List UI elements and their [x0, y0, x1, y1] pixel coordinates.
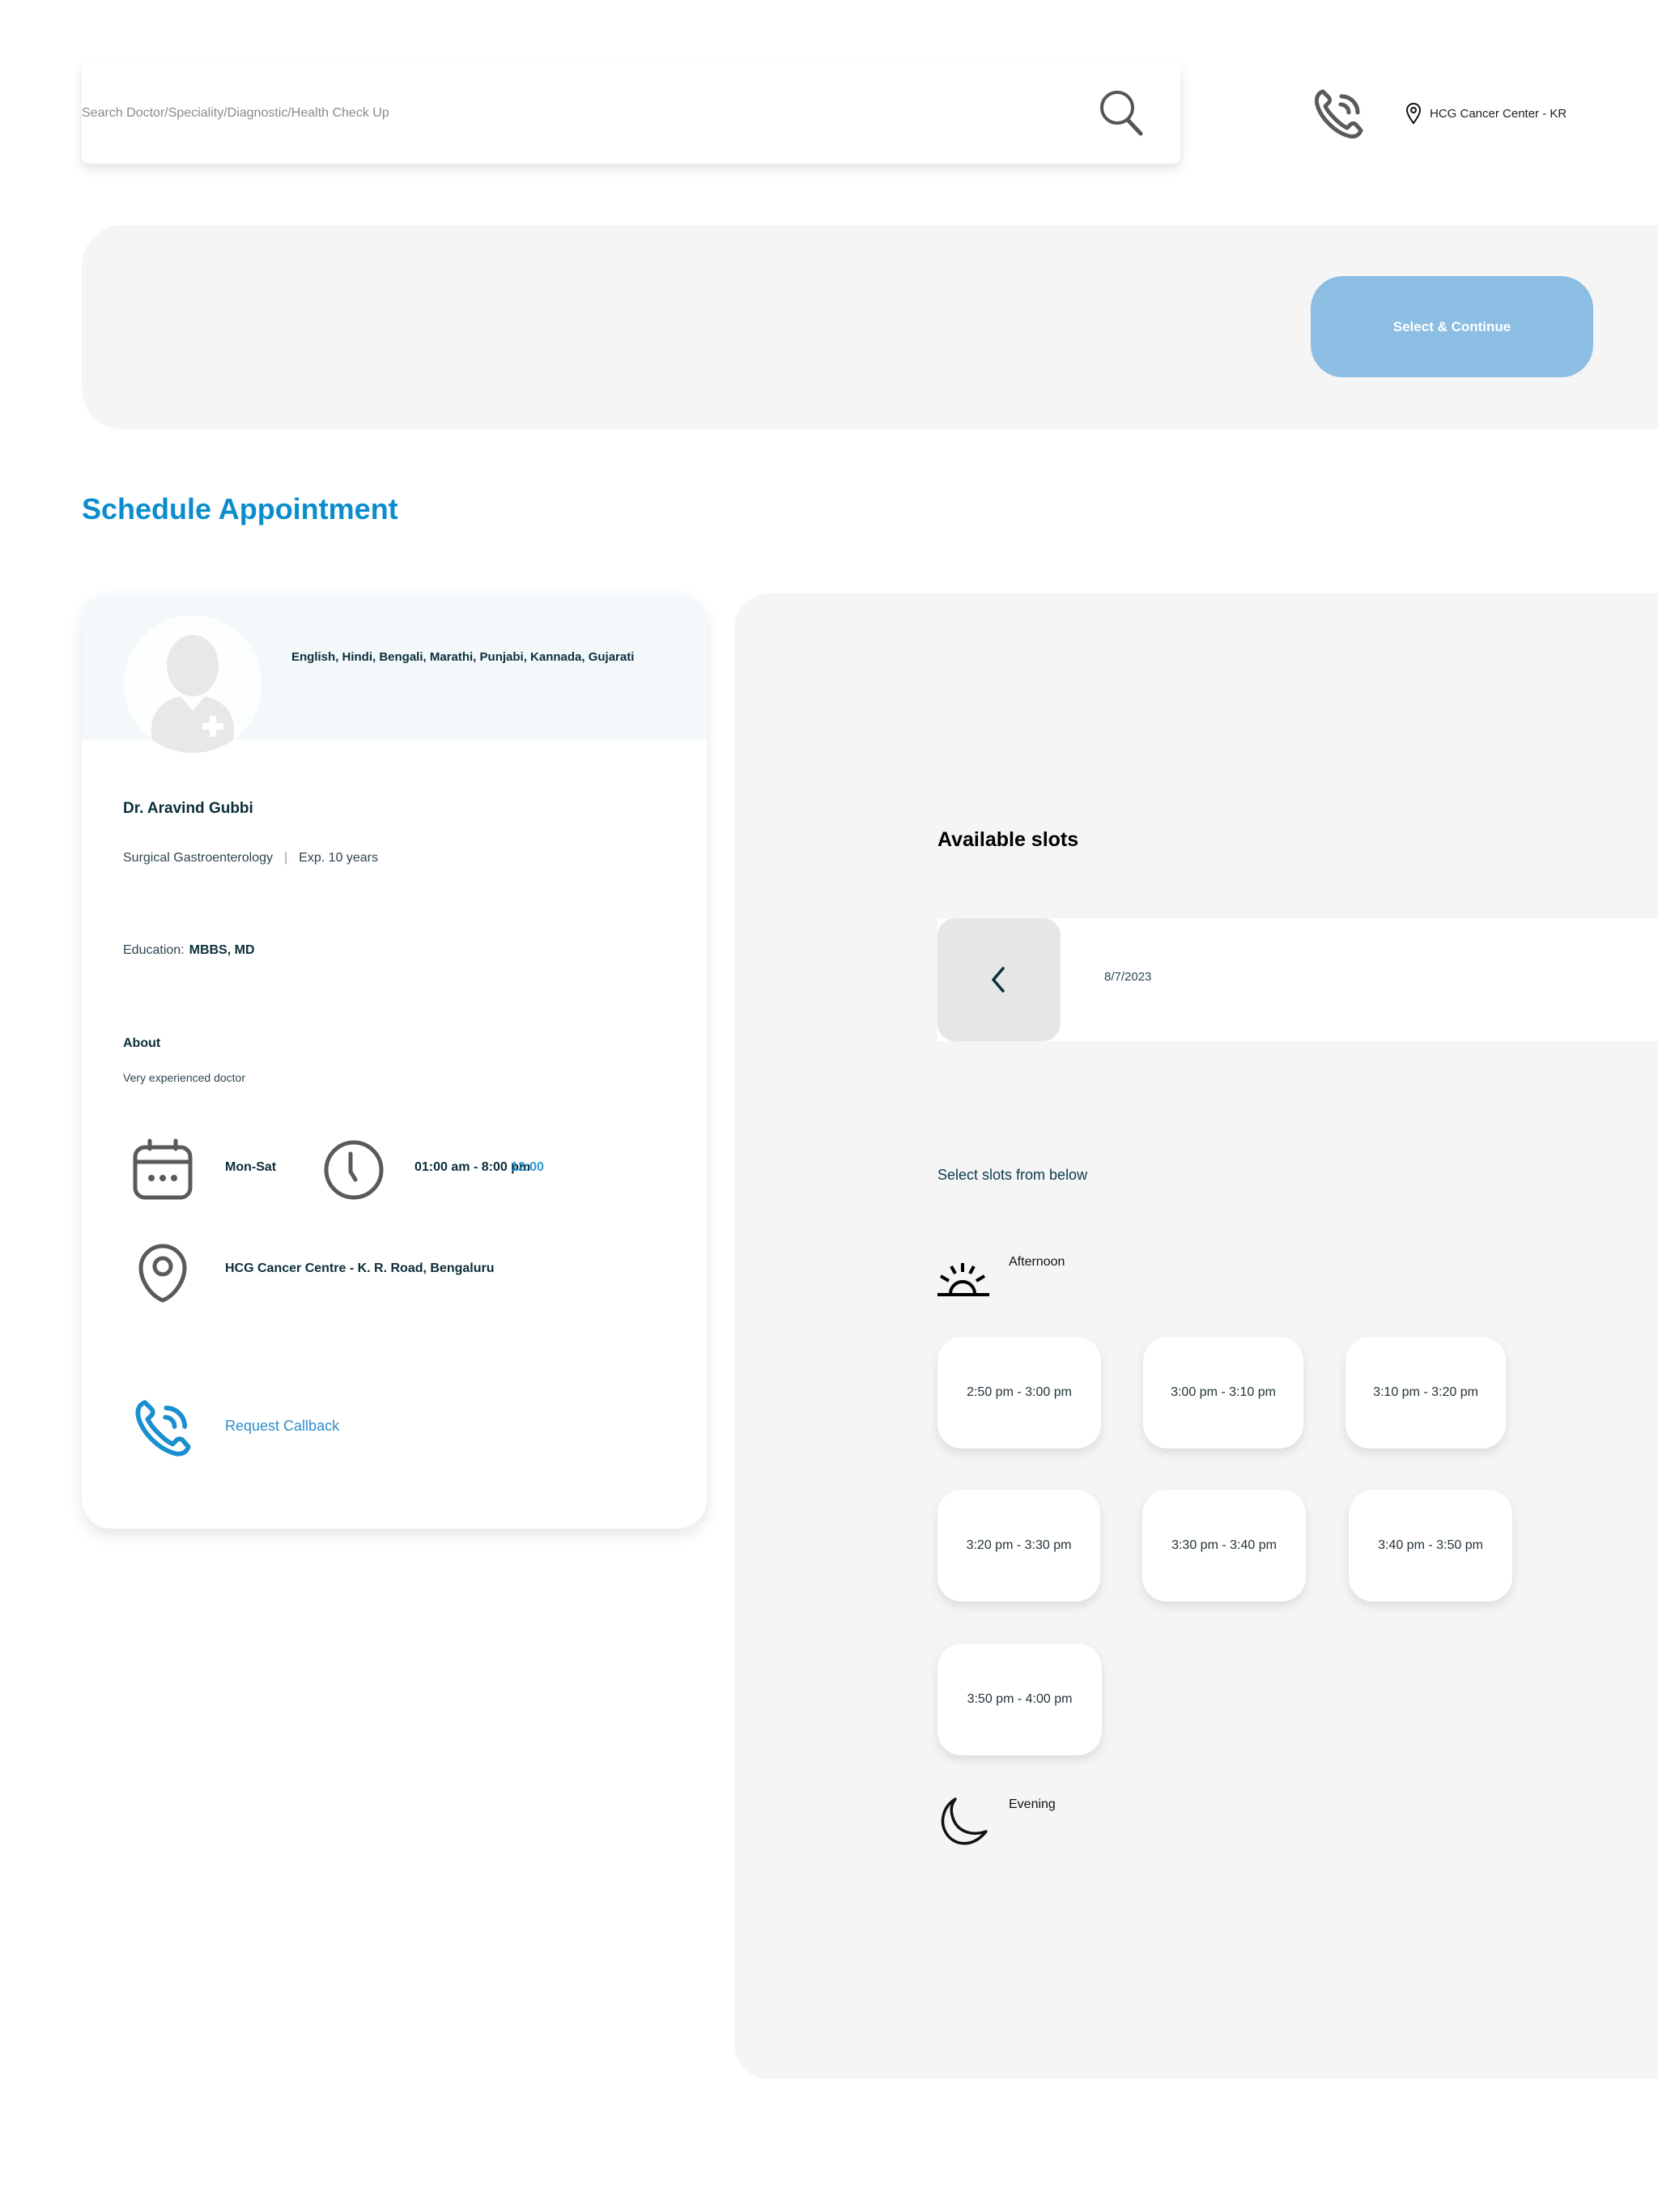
- slot-button[interactable]: 3:50 pm - 4:00 pm: [937, 1644, 1102, 1755]
- location-pin-icon: [1405, 103, 1422, 125]
- location-selector[interactable]: HCG Cancer Center - KR: [1405, 100, 1567, 126]
- doctor-experience: Exp. 10 years: [299, 851, 378, 865]
- doctor-name: Dr. Aravind Gubbi: [123, 800, 253, 817]
- slot-button[interactable]: 3:40 pm - 3:50 pm: [1349, 1490, 1512, 1602]
- calendar-icon: [133, 1138, 193, 1200]
- slot-button[interactable]: 2:50 pm - 3:00 pm: [937, 1337, 1101, 1448]
- select-slots-hint: Select slots from below: [937, 1167, 1088, 1183]
- slot-button[interactable]: 3:10 pm - 3:20 pm: [1346, 1337, 1506, 1448]
- education-value: MBBS, MD: [189, 943, 255, 957]
- location-pin-icon: [138, 1244, 187, 1303]
- chevron-left-icon: [992, 967, 1005, 993]
- slots-panel: Available slots 8/7/2023 Select slots fr…: [734, 593, 1658, 2079]
- avatar: [124, 615, 261, 753]
- select-continue-button[interactable]: Select & Continue: [1311, 276, 1593, 377]
- evening-label: Evening: [1009, 1797, 1056, 1811]
- education-label: Education:: [123, 943, 185, 957]
- sunrise-icon: [937, 1263, 989, 1296]
- previous-date-button[interactable]: [937, 918, 1061, 1041]
- doctor-speciality-row: Surgical Gastroenterology | Exp. 10 year…: [123, 851, 378, 866]
- slot-button[interactable]: 3:30 pm - 3:40 pm: [1142, 1490, 1306, 1602]
- phone-callback-icon[interactable]: [132, 1395, 197, 1460]
- search-input[interactable]: [82, 62, 1053, 164]
- doctor-languages: English, Hindi, Bengali, Marathi, Punjab…: [291, 650, 635, 664]
- search-icon[interactable]: [1095, 87, 1147, 138]
- separator: |: [283, 851, 288, 865]
- request-callback-link[interactable]: Request Callback: [225, 1418, 339, 1435]
- clinic-address: HCG Cancer Centre - K. R. Road, Bengalur…: [225, 1261, 495, 1275]
- working-days: Mon-Sat: [225, 1160, 277, 1174]
- search-bar: [82, 62, 1180, 164]
- doctor-card-header: English, Hindi, Bengali, Marathi, Punjab…: [82, 593, 707, 753]
- slot-button[interactable]: 3:20 pm - 3:30 pm: [937, 1490, 1100, 1602]
- date-selector: 8/7/2023: [937, 918, 1658, 1041]
- about-text: Very experienced doctor: [123, 1071, 245, 1084]
- slot-button[interactable]: 3:00 pm - 3:10 pm: [1143, 1337, 1303, 1448]
- location-label: HCG Cancer Center - KR: [1430, 106, 1567, 121]
- clock-icon: [324, 1140, 384, 1200]
- about-heading: About: [123, 1036, 161, 1050]
- doctor-education: Education: MBBS, MD: [123, 943, 255, 958]
- doctor-card: English, Hindi, Bengali, Marathi, Punjab…: [82, 593, 707, 1529]
- page-title: Schedule Appointment: [82, 492, 398, 525]
- slots-title: Available slots: [937, 828, 1079, 851]
- afternoon-label: Afternoon: [1009, 1255, 1065, 1269]
- selected-date: 8/7/2023: [1104, 970, 1152, 984]
- doctor-avatar-icon: [151, 635, 234, 753]
- moon-icon: [941, 1797, 988, 1845]
- phone-icon[interactable]: [1312, 85, 1368, 142]
- working-hours-overlay: 12:00: [511, 1160, 544, 1174]
- doctor-speciality: Surgical Gastroenterology: [123, 851, 273, 865]
